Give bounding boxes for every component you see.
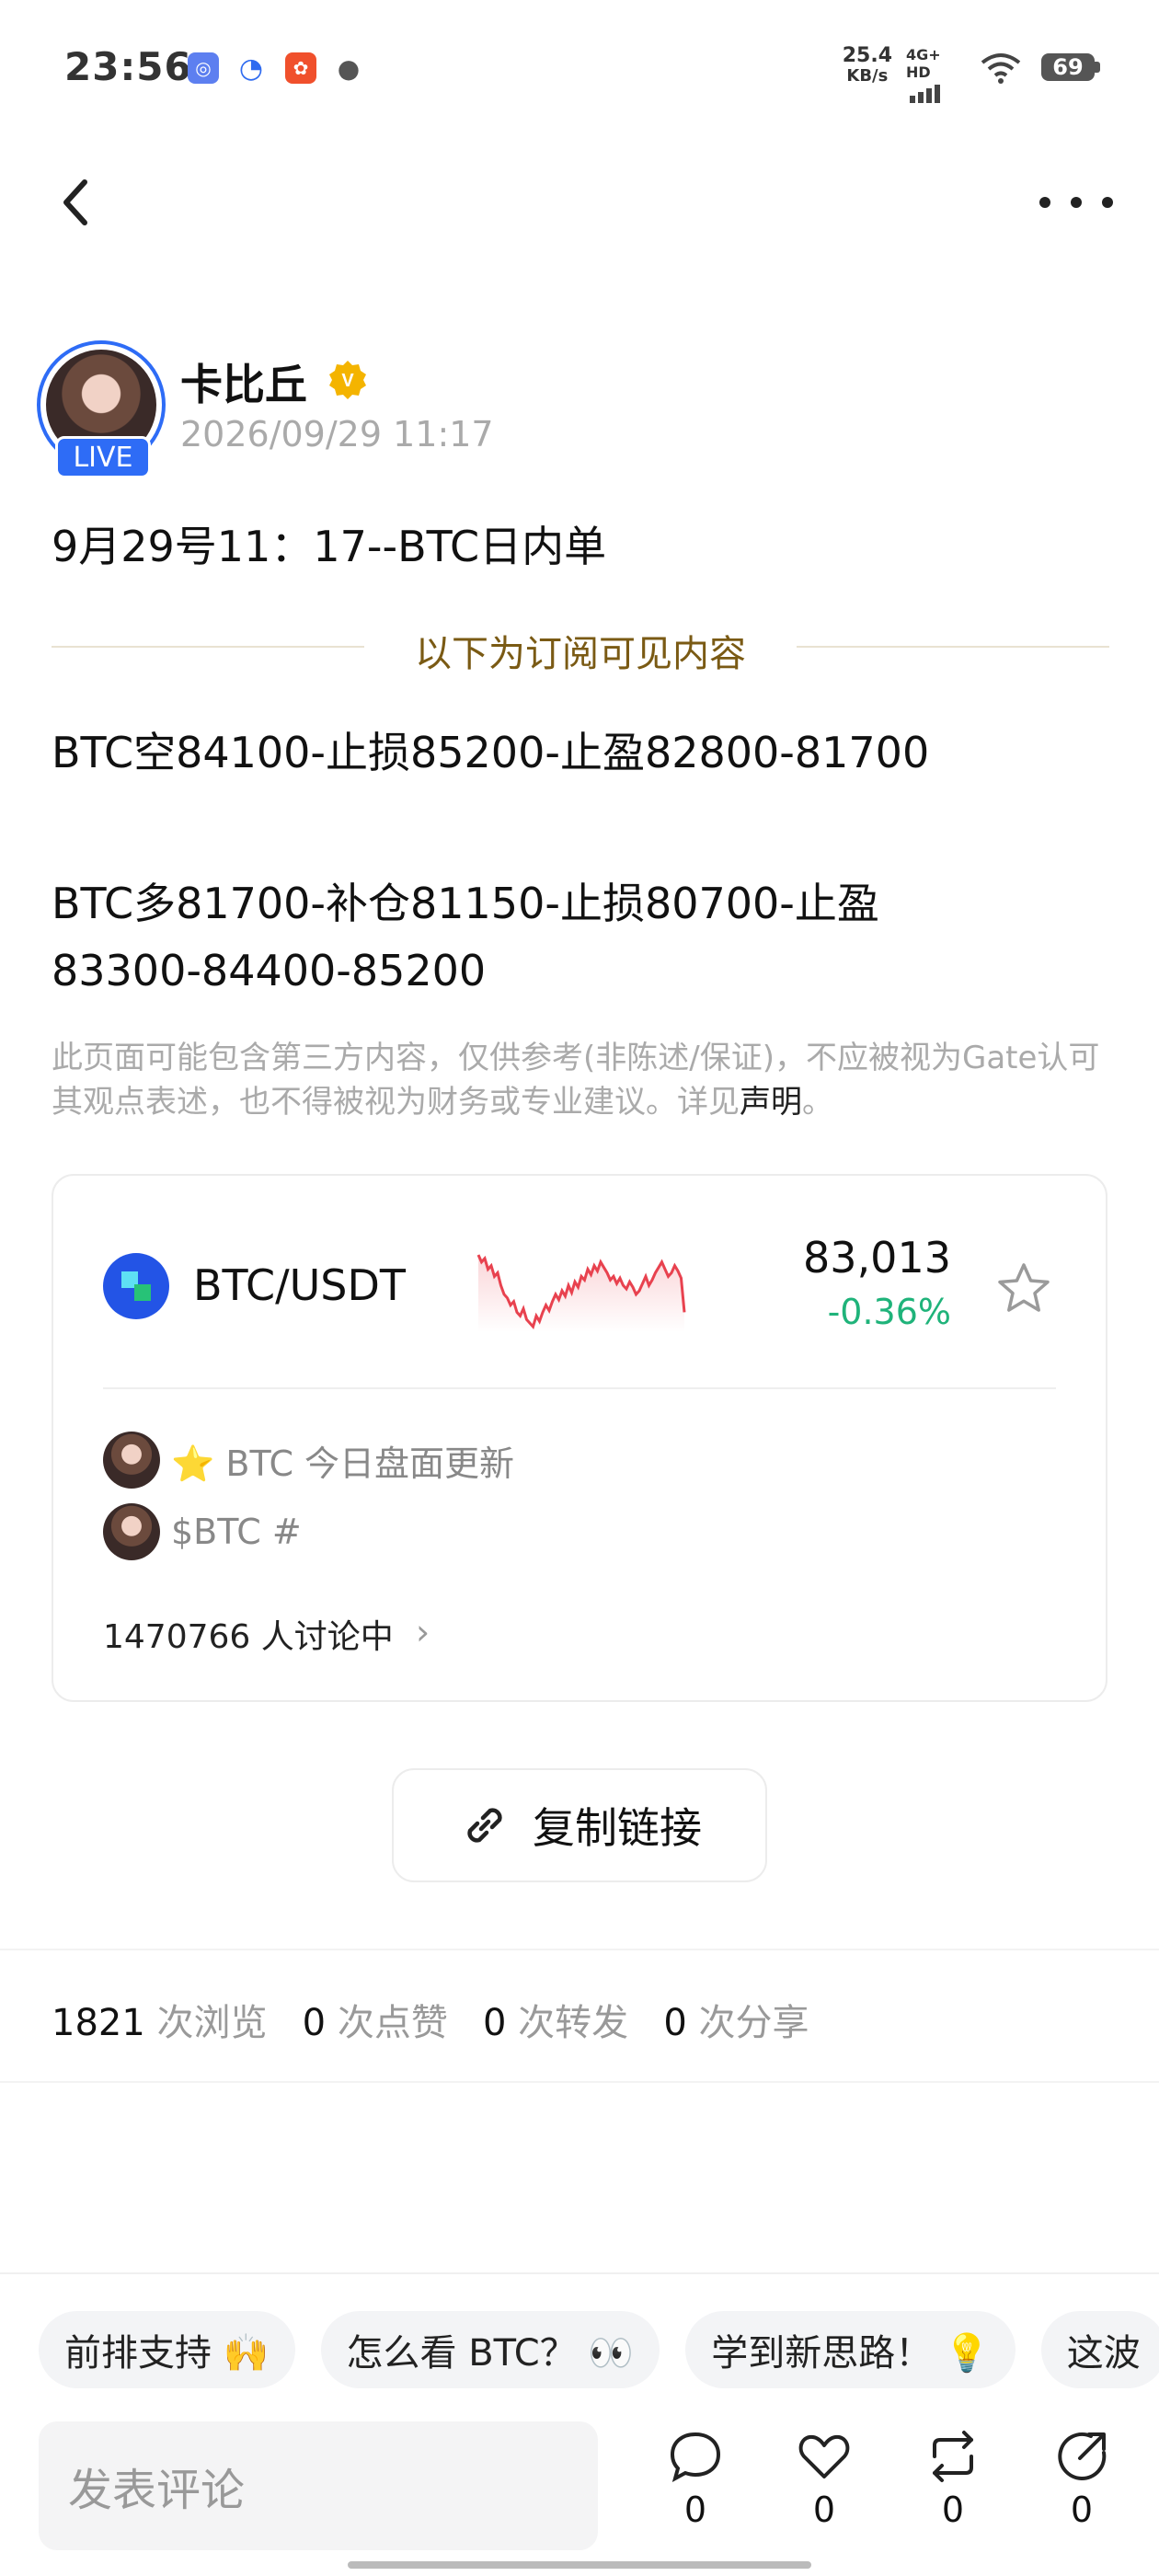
topic-text: $BTC #	[171, 1512, 302, 1552]
btc-coin-icon	[103, 1253, 169, 1319]
stats-divider-bottom	[0, 2081, 1159, 2083]
views-count: 1821	[52, 2002, 145, 2044]
post-title: 9月29号11：17--BTC日内单	[52, 522, 607, 571]
comment-count: 0	[683, 2490, 707, 2530]
disclaimer: 此页面可能包含第三方内容，仅供参考(非陈述/保证)，不应被视为Gate认可其观点…	[52, 1036, 1109, 1124]
quick-reply-chip[interactable]: 这波	[1040, 2311, 1159, 2388]
wechat-icon: ●	[333, 52, 364, 84]
app-notification-icon: ◔	[235, 52, 267, 85]
discussion-count[interactable]: 1470766 人讨论中	[103, 1610, 394, 1658]
quick-reply-chips: 前排支持 🙌 怎么看 BTC？ 👀 学到新思路！ 💡 这波	[39, 2311, 1159, 2388]
price-change: -0.36%	[827, 1292, 951, 1332]
topic-row[interactable]: $BTC #	[103, 1503, 302, 1560]
trading-pair[interactable]: BTC/USDT	[193, 1260, 406, 1310]
share-button[interactable]: 0	[1045, 2429, 1119, 2548]
post-timestamp: 2026/09/29 11:17	[180, 414, 494, 454]
dot-icon	[1071, 197, 1082, 208]
back-button[interactable]	[55, 175, 101, 230]
topic-avatar	[103, 1432, 160, 1489]
post-line: BTC空84100-止损85200-止盈82800-81700	[52, 728, 930, 777]
copy-link-label: 复制链接	[533, 1803, 702, 1853]
subscribe-divider: 以下为订阅可见内容	[52, 615, 1109, 679]
post-line: 83300-84400-85200	[52, 946, 487, 995]
topic-text: ⭐ BTC 今日盘面更新	[171, 1443, 515, 1484]
quick-reply-chip[interactable]: 学到新思路！ 💡	[685, 2311, 1016, 2388]
comment-icon	[670, 2432, 721, 2483]
likes-count: 0	[302, 2002, 327, 2044]
battery-icon: 69	[1041, 53, 1095, 81]
comment-input[interactable]: 发表评论	[39, 2421, 598, 2550]
quick-reply-chip[interactable]: 怎么看 BTC？ 👀	[320, 2311, 660, 2388]
like-button[interactable]: 0	[787, 2429, 861, 2548]
app-notification-icon: ✿	[285, 52, 316, 84]
favorite-star-button[interactable]	[995, 1260, 1052, 1317]
disclaimer-link[interactable]: 声明	[740, 1084, 802, 1121]
stats-divider-top	[0, 1949, 1159, 1950]
app-notification-icon: ◎	[188, 52, 219, 84]
chevron-right-icon: ›	[416, 1612, 430, 1652]
like-count: 0	[812, 2490, 836, 2530]
link-icon	[467, 1808, 502, 1843]
price-sparkline	[476, 1254, 686, 1332]
disclaimer-text: 此页面可能包含第三方内容，仅供参考(非陈述/保证)，不应被视为Gate认可其观点…	[52, 1040, 1100, 1121]
repost-count: 0	[941, 2490, 965, 2530]
post-line: BTC多81700-补仓81150-止损80700-止盈	[52, 879, 879, 928]
sparkline-area	[478, 1255, 684, 1332]
share-icon	[1058, 2432, 1107, 2480]
more-options-button[interactable]	[1039, 184, 1113, 221]
dot-icon	[1039, 197, 1050, 208]
author-name[interactable]: 卡比丘	[180, 351, 307, 412]
bottom-bar-divider	[0, 2272, 1159, 2274]
card-divider	[103, 1387, 1056, 1389]
post-stats: 1821 次浏览 0 次点赞 0 次转发 0 次分享	[52, 1993, 809, 2046]
heart-icon	[798, 2434, 850, 2478]
comment-button[interactable]: 0	[659, 2429, 732, 2548]
svg-text:V: V	[341, 371, 354, 391]
topic-row[interactable]: ⭐ BTC 今日盘面更新	[103, 1432, 514, 1489]
repost-button[interactable]: 0	[916, 2429, 990, 2548]
views-label: 次浏览	[156, 2002, 268, 2044]
reposts-label: 次转发	[518, 2002, 629, 2044]
verified-icon: V	[329, 361, 366, 399]
copy-link-button[interactable]: 复制链接	[392, 1768, 767, 1882]
reposts-count: 0	[483, 2002, 507, 2044]
disclaimer-end: 。	[802, 1084, 833, 1121]
current-price: 83,013	[803, 1233, 951, 1282]
shares-count: 0	[663, 2002, 687, 2044]
battery-tip	[1095, 62, 1100, 73]
network-speed: 25.4 KB/s	[842, 44, 892, 86]
quick-reply-chip[interactable]: 前排支持 🙌	[39, 2311, 295, 2388]
home-indicator	[348, 2561, 811, 2569]
live-badge: LIVE	[55, 436, 151, 478]
topic-avatar	[103, 1503, 160, 1560]
likes-label: 次点赞	[337, 2002, 448, 2044]
dot-icon	[1102, 197, 1113, 208]
repost-icon	[933, 2431, 973, 2482]
share-count: 0	[1070, 2490, 1094, 2530]
shares-label: 次分享	[698, 2002, 809, 2044]
wifi-icon	[981, 53, 1021, 84]
status-time: 23:56	[64, 44, 192, 89]
signal-icon: 4G+ HD	[906, 46, 961, 103]
subscribe-divider-text: 以下为订阅可见内容	[415, 633, 746, 675]
